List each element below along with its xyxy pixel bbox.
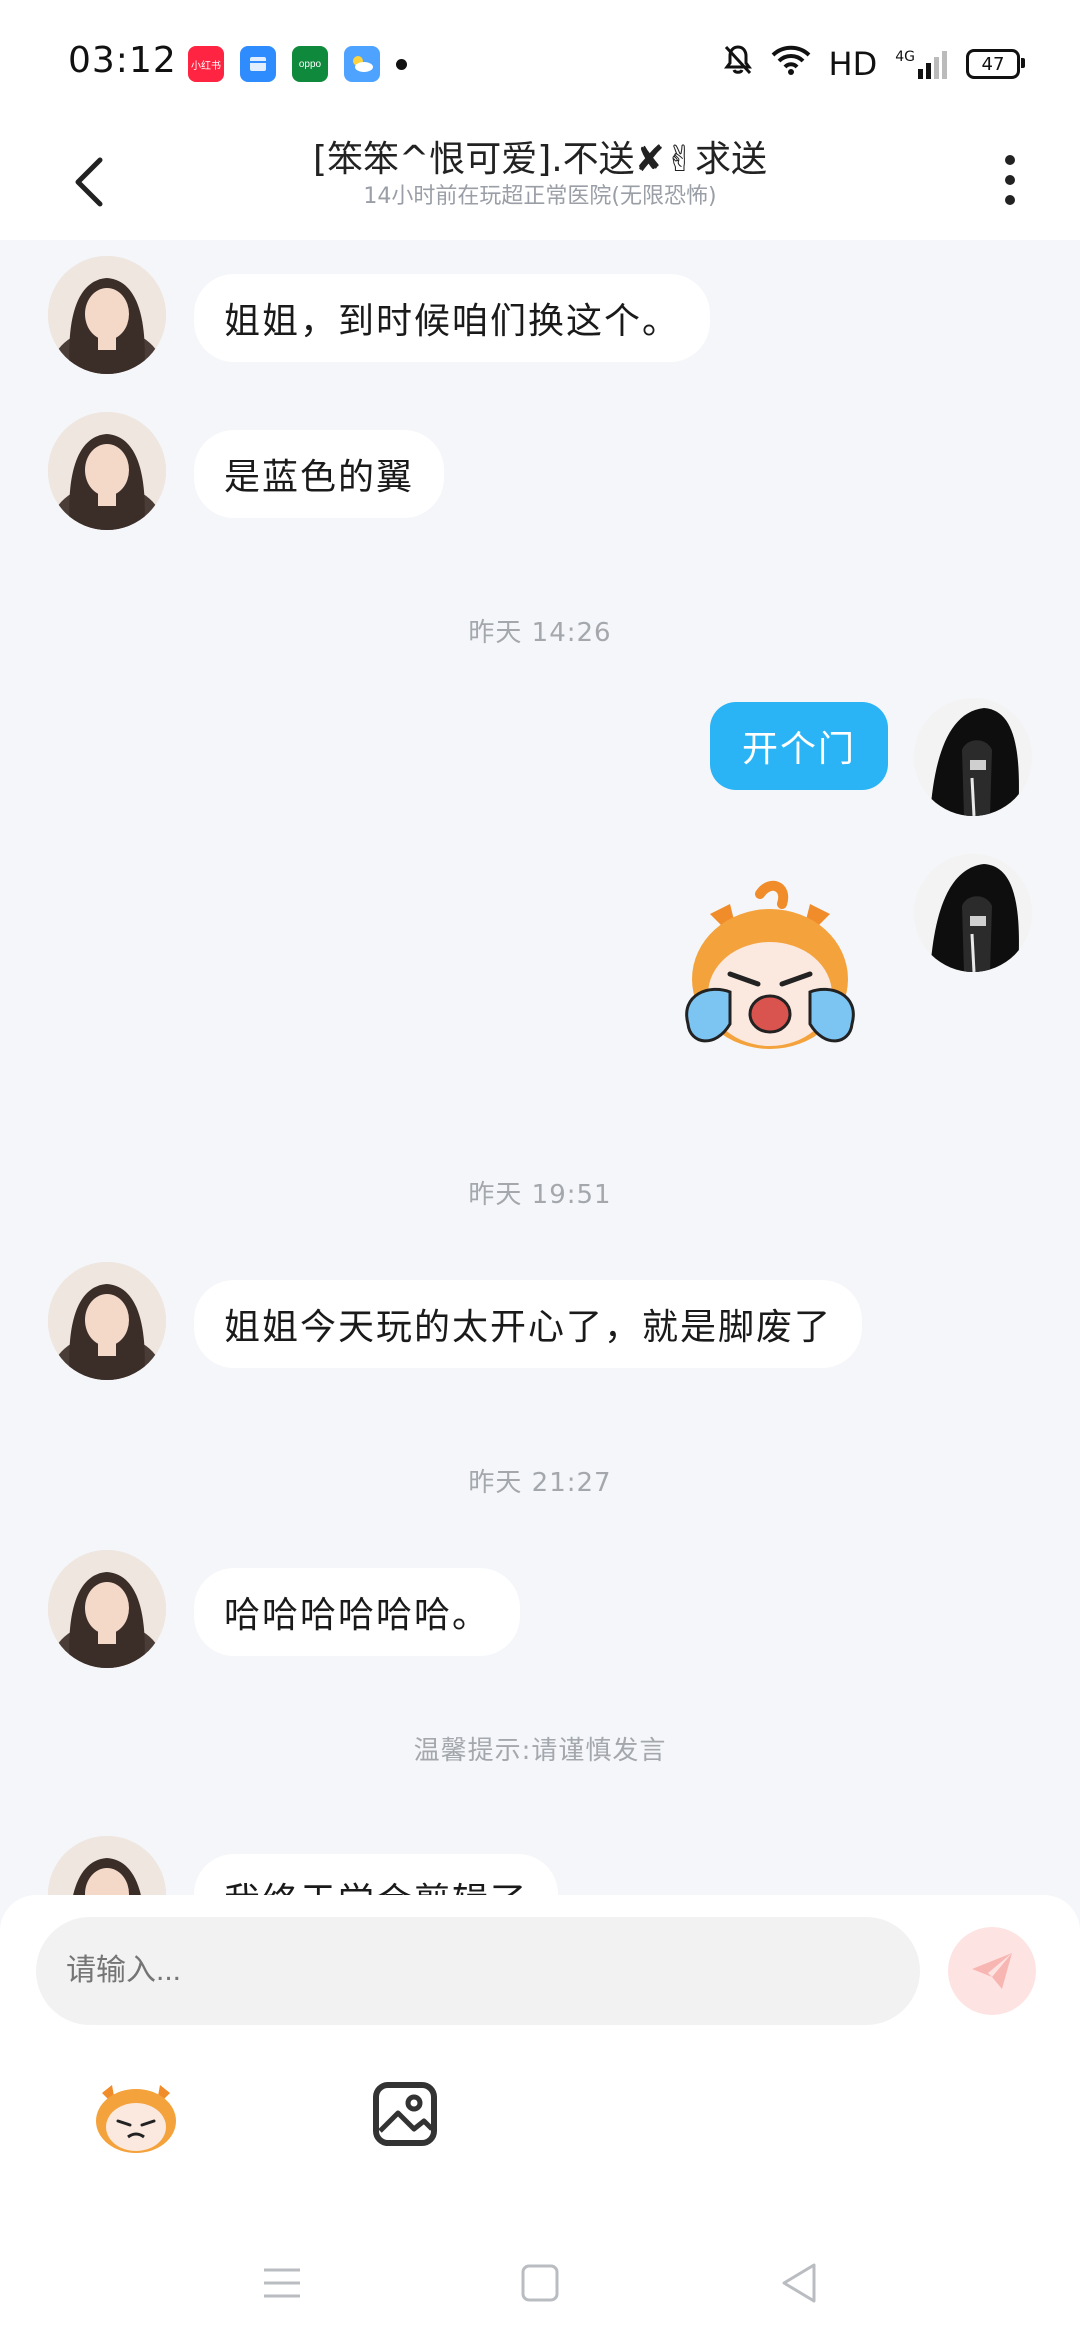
system-navigation-bar (0, 2235, 1080, 2335)
my-avatar[interactable] (914, 854, 1032, 972)
safety-notice: 温馨提示:请谨慎发言 (413, 1736, 667, 1766)
timestamp: 昨天 21:27 (468, 1468, 612, 1498)
contact-avatar[interactable] (48, 1836, 166, 1895)
image-icon (373, 2082, 437, 2146)
message-bubble[interactable]: 开个门 (709, 702, 888, 790)
battery-indicator: 47 (966, 49, 1025, 79)
more-options-button[interactable] (990, 140, 1030, 220)
square-icon (521, 2264, 559, 2302)
system-back-button[interactable] (768, 2253, 828, 2313)
menu-lines-icon (264, 2268, 300, 2298)
chat-header: [笨笨^恨可爱].不送✘✌求送 14小时前在玩超正常医院(无限恐怖) (0, 130, 1080, 240)
recent-apps-button[interactable] (252, 2253, 312, 2313)
weather-app-icon (344, 46, 380, 82)
more-notifications-dot (396, 58, 407, 70)
outgoing-message: 开个门 (709, 698, 1032, 816)
timestamp: 昨天 14:26 (468, 618, 612, 648)
incoming-message: 我终于学会剪辑了 (48, 1836, 559, 1895)
contact-avatar[interactable] (48, 256, 166, 374)
sticker-button[interactable] (88, 2075, 184, 2155)
send-button[interactable] (948, 1927, 1036, 2015)
wifi-icon (771, 45, 811, 83)
message-input[interactable] (36, 1917, 920, 2025)
cellular-signal-icon: 4G (895, 49, 948, 79)
message-bubble[interactable]: 我终于学会剪辑了 (194, 1854, 559, 1895)
message-bubble[interactable]: 哈哈哈哈哈哈。 (194, 1568, 521, 1656)
more-dot (1005, 175, 1015, 185)
notification-app-icons: 小红书 oppo (188, 46, 407, 82)
network-label: HD (828, 45, 878, 83)
incoming-message: 姐姐，到时候咱们换这个。 (48, 256, 711, 374)
triangle-back-icon (782, 2263, 816, 2303)
status-time: 03:12 (68, 40, 177, 81)
message-bubble[interactable]: 姐姐，到时候咱们换这个。 (194, 274, 711, 362)
compose-panel (0, 1895, 1080, 2340)
incoming-message: 姐姐今天玩的太开心了，就是脚废了 (48, 1262, 863, 1380)
outgoing-sticker-message (670, 854, 1032, 1064)
status-bar: 03:12 小红书 oppo HD 4G 47 (0, 0, 1080, 130)
more-dot (1005, 155, 1015, 165)
message-bubble[interactable]: 是蓝色的翼 (194, 430, 445, 518)
image-button[interactable] (370, 2079, 440, 2149)
contact-avatar[interactable] (48, 412, 166, 530)
contact-avatar[interactable] (48, 1262, 166, 1380)
contact-avatar[interactable] (48, 1550, 166, 1668)
incoming-message: 是蓝色的翼 (48, 412, 445, 530)
files-app-icon (240, 46, 276, 82)
chat-subtitle: 14小时前在玩超正常医院(无限恐怖) (363, 184, 717, 209)
cat-face-icon (96, 2085, 176, 2153)
home-button[interactable] (510, 2253, 570, 2313)
xiaohongshu-app-icon: 小红书 (188, 46, 224, 82)
oppo-store-app-icon: oppo (292, 46, 328, 82)
paper-plane-icon (972, 1953, 1012, 1989)
timestamp: 昨天 19:51 (468, 1180, 612, 1210)
message-bubble[interactable]: 姐姐今天玩的太开心了，就是脚废了 (194, 1280, 863, 1368)
battery-level: 47 (981, 53, 1005, 75)
chat-title: [笨笨^恨可爱].不送✘✌求送 (312, 139, 768, 180)
mute-bell-icon (723, 44, 753, 84)
crying-cat-sticker[interactable] (670, 874, 870, 1064)
incoming-message: 哈哈哈哈哈哈。 (48, 1550, 521, 1668)
my-avatar[interactable] (914, 698, 1032, 816)
message-list[interactable]: 姐姐，到时候咱们换这个。 是蓝色的翼 昨天 14:26 开个门 昨天 19:51… (0, 240, 1080, 1895)
more-dot (1005, 195, 1015, 205)
signal-type-label: 4G (895, 49, 915, 65)
